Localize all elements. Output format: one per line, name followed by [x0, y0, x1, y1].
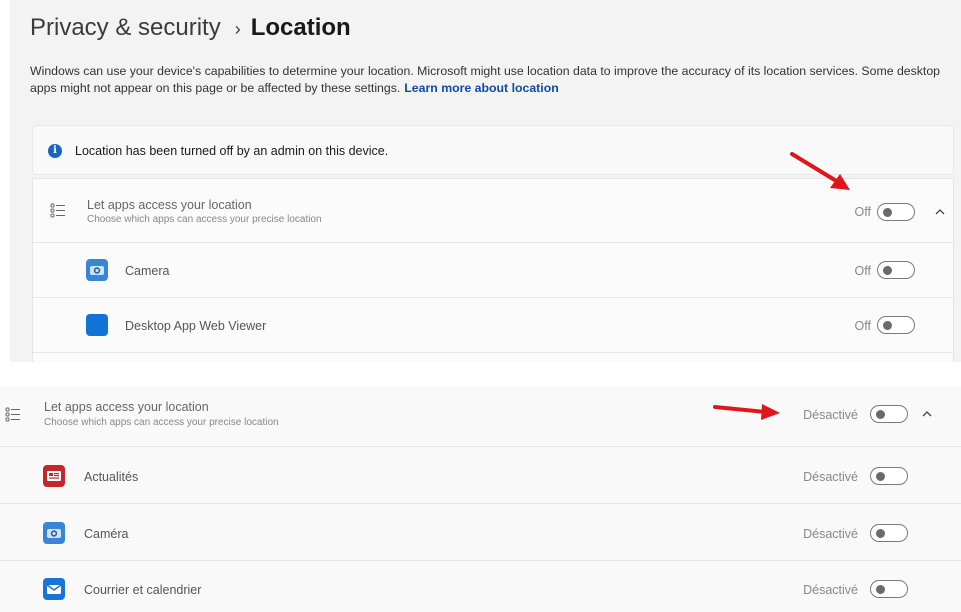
camera-location-toggle-fr[interactable]	[870, 524, 908, 542]
toggle-knob	[876, 472, 885, 481]
location-settings-card-fr: Let apps access your location Choose whi…	[0, 386, 961, 612]
app-state-label: Désactivé	[803, 470, 858, 484]
camera-icon	[86, 259, 108, 281]
toggle-knob	[876, 410, 885, 419]
app-row-mail-calendar: Courrier et calendrier Désactivé	[0, 560, 961, 612]
setting-title: Let apps access your location	[87, 198, 252, 212]
setting-state-label: Désactivé	[803, 408, 858, 422]
setting-title: Let apps access your location	[44, 400, 209, 414]
camera-location-toggle[interactable]	[877, 261, 915, 279]
page-title: Privacy & security › Location	[30, 12, 351, 45]
toggle-knob	[883, 208, 892, 217]
toggle-knob	[883, 321, 892, 330]
toggle-knob	[876, 585, 885, 594]
breadcrumb-parent[interactable]: Privacy & security	[30, 14, 221, 41]
app-name: Caméra	[84, 527, 129, 541]
learn-more-link[interactable]: Learn more about location	[404, 81, 558, 95]
info-icon: i	[48, 144, 62, 158]
app-list-icon	[50, 202, 66, 218]
location-access-toggle[interactable]	[877, 203, 915, 221]
french-settings-screenshot: Let apps access your location Choose whi…	[0, 386, 961, 612]
app-row-actualites: Actualités Désactivé	[0, 446, 961, 503]
app-row-camera: Camera Off	[33, 242, 953, 297]
chevron-up-icon[interactable]	[934, 206, 946, 218]
toggle-knob	[876, 529, 885, 538]
location-settings-card: Let apps access your location Choose whi…	[32, 178, 954, 362]
annotation-arrow-icon	[790, 152, 850, 190]
page-description: Windows can use your device's capabiliti…	[30, 63, 950, 97]
actualites-location-toggle[interactable]	[870, 467, 908, 485]
setting-subtitle: Choose which apps can access your precis…	[87, 214, 322, 225]
app-name: Desktop App Web Viewer	[125, 319, 267, 333]
app-name: Courrier et calendrier	[84, 583, 202, 597]
app-row-camera-fr: Caméra Désactivé	[0, 503, 961, 560]
english-settings-screenshot: Privacy & security › Location Windows can …	[10, 0, 961, 362]
breadcrumb-separator-icon: ›	[234, 19, 241, 39]
screenshot-separator	[0, 362, 961, 386]
app-row-desktop-app-web-viewer: Desktop App Web Viewer Off	[33, 297, 953, 352]
desktop-app-icon	[86, 314, 108, 336]
setting-state-label: Off	[854, 205, 871, 219]
app-name: Actualités	[84, 470, 139, 484]
chevron-up-icon[interactable]	[921, 408, 933, 420]
breadcrumb-current: Location	[250, 14, 351, 41]
info-message: Location has been turned off by an admin…	[75, 144, 389, 158]
news-icon	[43, 465, 65, 487]
setting-subtitle: Choose which apps can access your precis…	[44, 417, 279, 428]
mail-icon	[43, 578, 65, 600]
annotation-arrow-icon	[713, 404, 780, 420]
camera-icon	[43, 522, 65, 544]
let-apps-access-row-fr[interactable]: Let apps access your location Choose whi…	[0, 386, 961, 446]
app-list-icon	[5, 406, 21, 422]
app-state-label: Désactivé	[803, 527, 858, 541]
app-state-label: Désactivé	[803, 583, 858, 597]
app-name: Camera	[125, 264, 170, 278]
desktop-app-location-toggle[interactable]	[877, 316, 915, 334]
mail-location-toggle[interactable]	[870, 580, 908, 598]
app-state-label: Off	[854, 319, 871, 333]
location-access-toggle-fr[interactable]	[870, 405, 908, 423]
toggle-knob	[883, 266, 892, 275]
app-state-label: Off	[854, 264, 871, 278]
